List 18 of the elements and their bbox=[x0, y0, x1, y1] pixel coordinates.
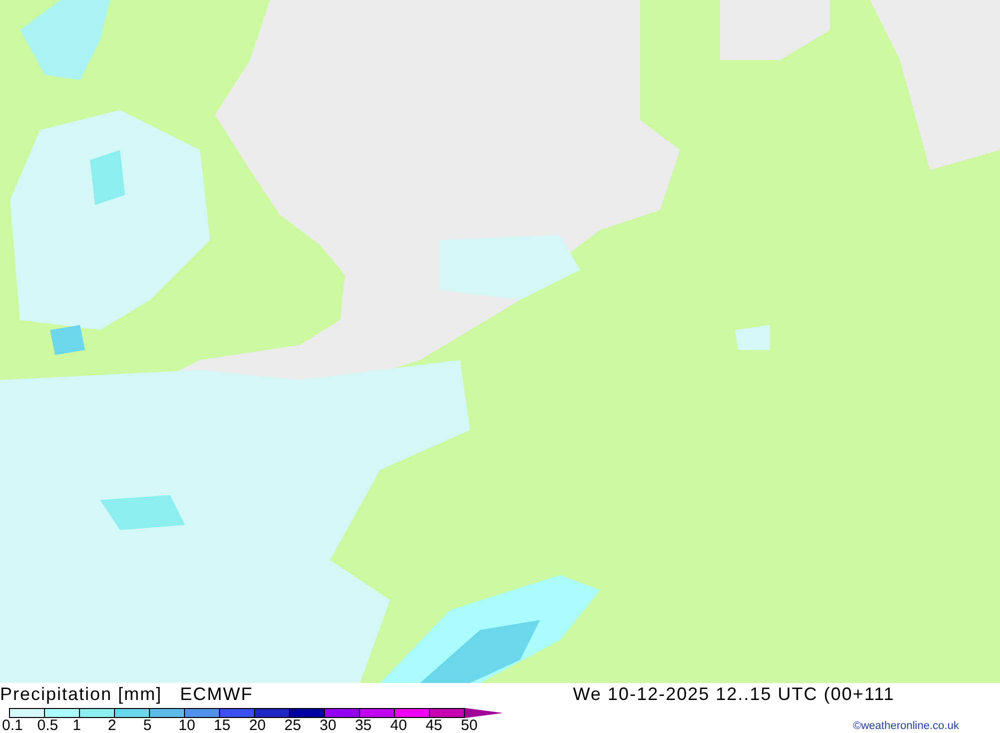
legend-label: 20 bbox=[249, 717, 266, 733]
valid-time: We 10-12-2025 12..15 UTC (00+111 bbox=[573, 685, 895, 703]
legend-label: 5 bbox=[143, 717, 152, 733]
legend-label: 30 bbox=[320, 717, 336, 733]
legend-label: 45 bbox=[426, 717, 442, 733]
legend-label: 0.1 bbox=[2, 717, 23, 733]
legend-title: Precipitation [mm] bbox=[0, 685, 162, 703]
legend-label: 50 bbox=[460, 717, 478, 733]
model-name: ECMWF bbox=[180, 685, 254, 703]
credit-link[interactable]: ©weatheronline.co.uk bbox=[853, 718, 959, 733]
legend-label: 1 bbox=[72, 717, 81, 733]
legend-label: 40 bbox=[390, 717, 407, 733]
legend-label: 15 bbox=[214, 717, 230, 733]
legend-label: 10 bbox=[178, 717, 196, 733]
legend-label: 25 bbox=[284, 717, 302, 733]
legend-label: 0.5 bbox=[37, 717, 58, 733]
legend-label: 35 bbox=[354, 717, 372, 733]
legend-label: 2 bbox=[108, 717, 116, 733]
